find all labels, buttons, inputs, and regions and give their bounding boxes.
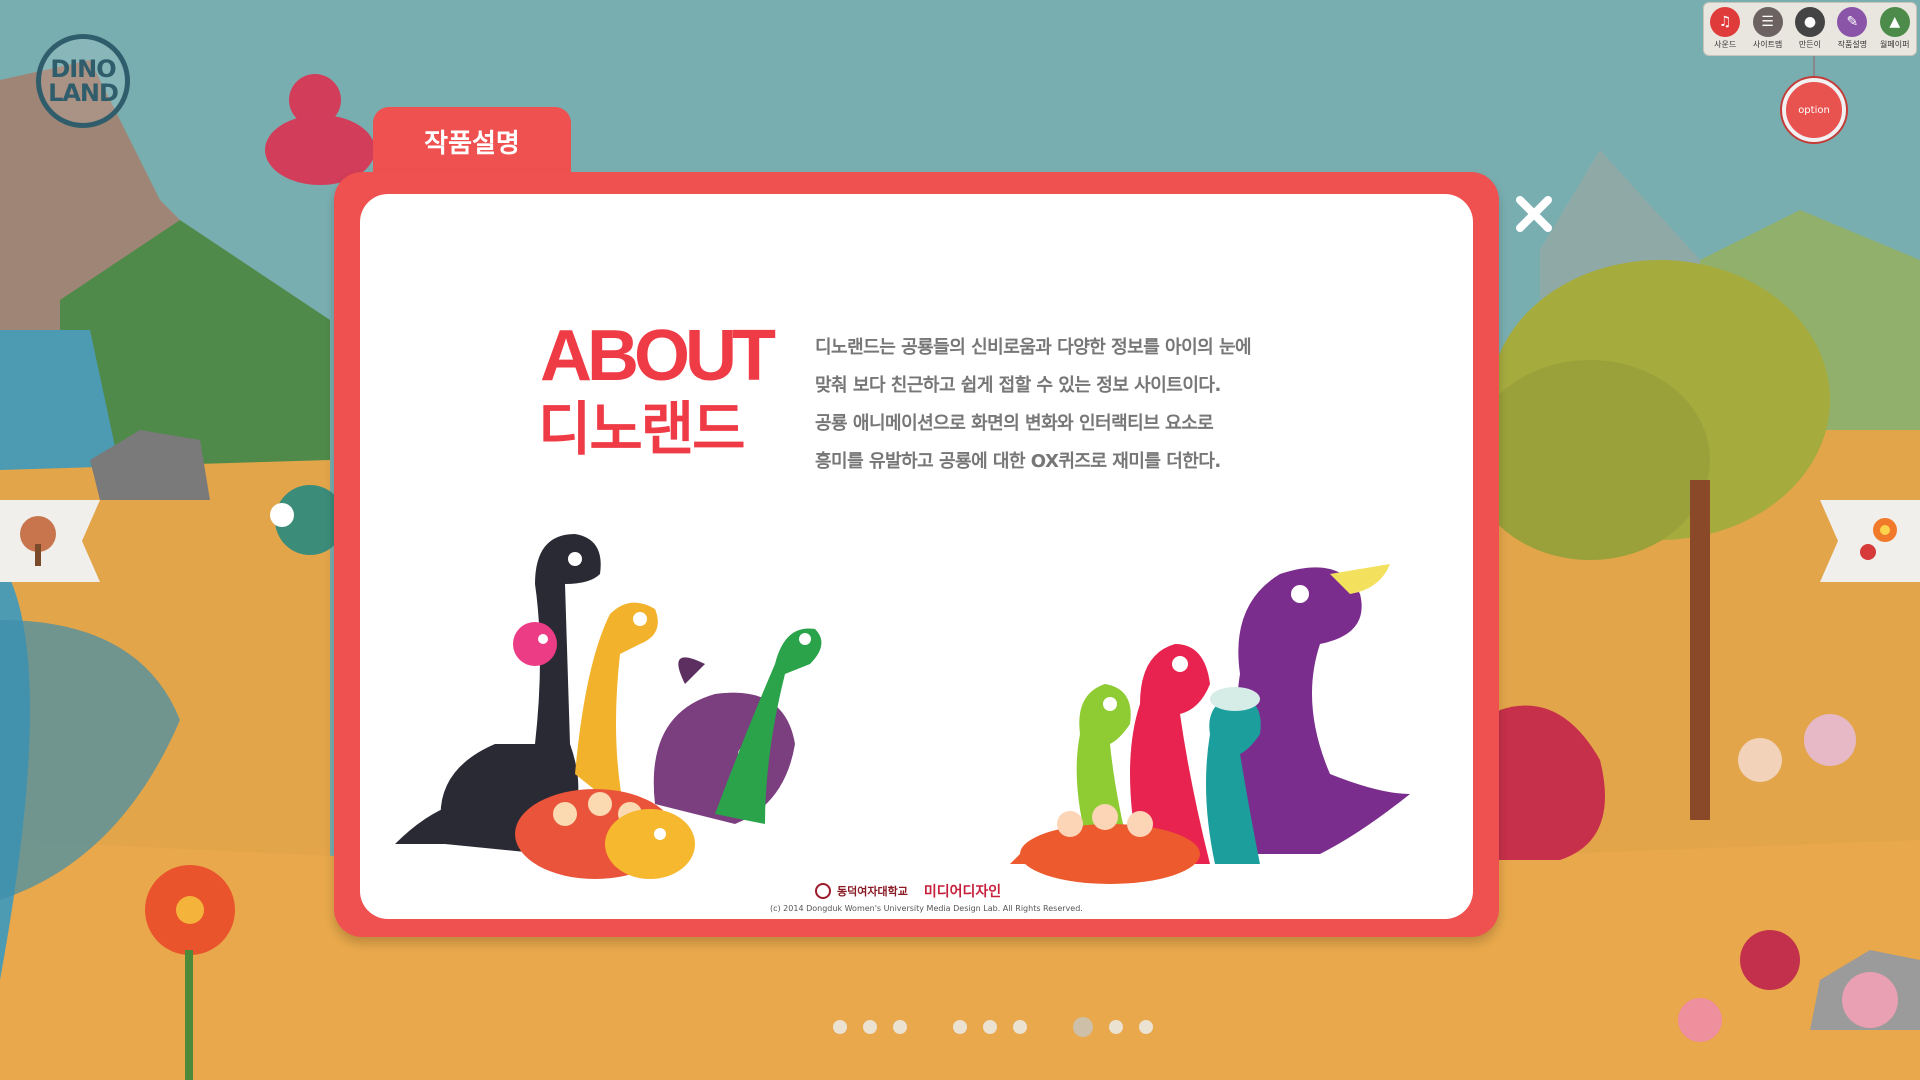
close-icon[interactable] xyxy=(1512,192,1556,236)
description-line: 공룡 애니메이션으로 화면의 변화와 인터랙티브 요소로 xyxy=(815,413,1214,434)
toolbar-sitemap-label: 사이트맵 xyxy=(1752,40,1783,49)
toolbar-sitemap-button[interactable]: ☰ 사이트맵 xyxy=(1748,7,1788,50)
toolbar-credits-button[interactable]: ● 만든이 xyxy=(1790,7,1830,50)
dinosaur-group-right-illustration xyxy=(1010,564,1410,884)
page-dot[interactable] xyxy=(1139,1020,1153,1034)
modal-title: 작품설명 xyxy=(424,129,520,159)
logo-line-2: LAND xyxy=(48,79,119,107)
description-line: 흥미를 유발하고 공룡에 대한 OX퀴즈로 재미를 더한다. xyxy=(815,451,1221,472)
modal-content xyxy=(360,194,1473,919)
tree-icon xyxy=(20,516,56,566)
toolbar-description-button[interactable]: ✎ 작품설명 xyxy=(1832,7,1872,50)
dino-land-logo[interactable]: DINO LAND xyxy=(36,34,130,128)
university-logo: 동덕여자대학교 미디어디자인 xyxy=(815,881,1001,901)
dinosaur-group-left-illustration xyxy=(395,534,822,879)
toolbar-sound-button[interactable]: ♫ 사운드 xyxy=(1705,7,1745,50)
page-dot-active[interactable] xyxy=(1073,1017,1093,1037)
university-name: 동덕여자대학교 xyxy=(837,885,908,898)
page-dot[interactable] xyxy=(1013,1020,1027,1034)
page-dot[interactable] xyxy=(983,1020,997,1034)
description-line: 디노랜드는 공룡들의 신비로움과 다양한 정보를 아이의 눈에 xyxy=(815,337,1252,358)
description-text: 디노랜드는 공룡들의 신비로움과 다양한 정보를 아이의 눈에 맞춰 보다 친근… xyxy=(815,336,1335,488)
toolbar-sound-label: 사운드 xyxy=(1714,40,1737,49)
toolbar-description-label: 작품설명 xyxy=(1837,40,1868,49)
page-dot[interactable] xyxy=(893,1020,907,1034)
description-modal xyxy=(334,172,1499,937)
page-dot[interactable] xyxy=(863,1020,877,1034)
about-heading: ABOUT xyxy=(540,316,776,396)
logo-line-1: DINO xyxy=(50,55,116,83)
university-seal-icon xyxy=(815,883,831,899)
page-dot[interactable] xyxy=(833,1020,847,1034)
toolbar-wallpaper-label: 월페이퍼 xyxy=(1880,40,1910,49)
description-line: 맞춰 보다 친근하고 쉽게 접할 수 있는 정보 사이트이다. xyxy=(815,375,1221,396)
page-dot[interactable] xyxy=(953,1020,967,1034)
toolbar-credits-label: 만든이 xyxy=(1798,40,1822,49)
person-icon: ● xyxy=(1794,7,1825,37)
option-label: option xyxy=(1798,104,1830,116)
option-button[interactable]: option xyxy=(1782,78,1846,142)
scene-pagination xyxy=(825,1017,1161,1037)
wallpaper-icon: ▲ xyxy=(1879,7,1910,37)
page-dot[interactable] xyxy=(1109,1020,1123,1034)
copyright-text: (c) 2014 Dongduk Women's University Medi… xyxy=(770,904,1083,913)
about-subheading: 디노랜드 xyxy=(538,395,745,463)
sitemap-icon: ☰ xyxy=(1752,7,1783,37)
description-icon: ✎ xyxy=(1837,7,1868,37)
department-name: 미디어디자인 xyxy=(923,884,1002,900)
speaker-icon: ♫ xyxy=(1710,7,1741,37)
toolbar-wallpaper-button[interactable]: ▲ 월페이퍼 xyxy=(1875,7,1915,50)
option-string xyxy=(1813,56,1815,80)
top-toolbar: ♫ 사운드 ☰ 사이트맵 ● 만든이 ✎ 작품설명 ▲ 월페이퍼 xyxy=(1703,2,1917,56)
